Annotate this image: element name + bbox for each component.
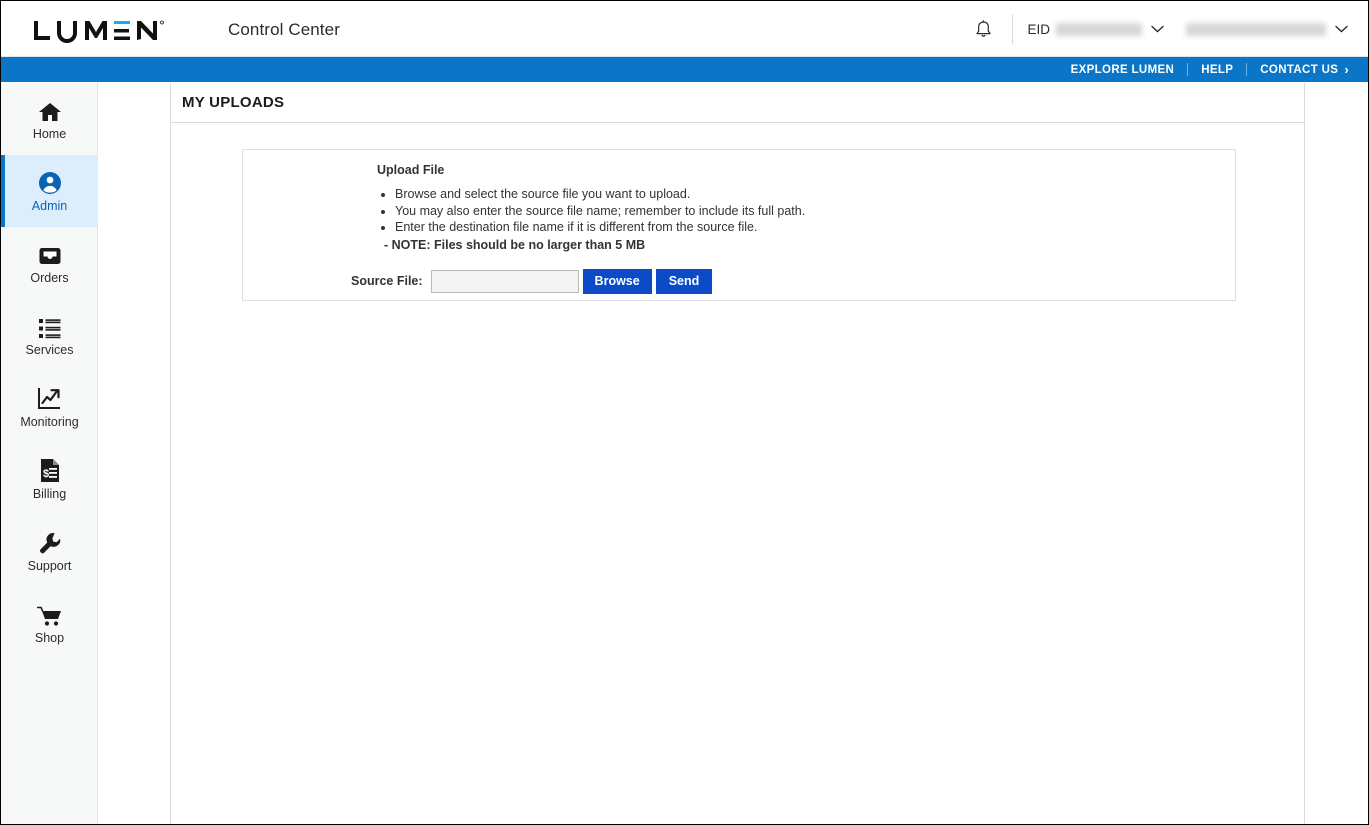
header-divider — [1012, 14, 1014, 44]
list-icon — [38, 313, 62, 339]
sidebar-label-support: Support — [27, 559, 72, 574]
sidebar-label-home: Home — [32, 127, 67, 142]
page-title: MY UPLOADS — [182, 94, 285, 111]
explore-lumen-link[interactable]: EXPLORE LUMEN — [1058, 64, 1188, 76]
main-sidebar: Home Admin Orders Services Monitoring $ … — [1, 83, 98, 824]
sidebar-label-billing: Billing — [32, 487, 67, 502]
wrench-icon — [38, 529, 62, 555]
sidebar-label-monitoring: Monitoring — [20, 415, 79, 430]
sidebar-item-support[interactable]: Support — [1, 515, 98, 587]
upload-file-panel: Upload File Browse and select the source… — [242, 149, 1236, 301]
chevron-down-icon — [1335, 25, 1348, 33]
contact-us-label: CONTACT US — [1260, 63, 1339, 76]
account-value-redacted — [1186, 22, 1326, 36]
svg-text:$: $ — [43, 468, 49, 480]
chevron-down-icon — [1151, 25, 1164, 33]
explore-lumen-label: EXPLORE LUMEN — [1070, 63, 1175, 76]
sidebar-item-shop[interactable]: Shop — [1, 587, 98, 659]
sidebar-item-orders[interactable]: Orders — [1, 227, 98, 299]
sidebar-label-admin: Admin — [31, 199, 68, 214]
app-header: Control Center EID — [1, 1, 1368, 57]
home-icon — [38, 97, 62, 123]
page-title-bar: MY UPLOADS — [171, 83, 1304, 123]
user-circle-icon — [38, 169, 62, 195]
main-content-area: MY UPLOADS Upload File Browse and select… — [170, 83, 1305, 824]
chart-trending-up-icon — [37, 385, 62, 411]
contact-us-link[interactable]: CONTACT US › — [1247, 63, 1362, 76]
sidebar-label-orders: Orders — [30, 271, 69, 286]
sidebar-label-shop: Shop — [34, 631, 65, 646]
eid-label: EID — [1027, 21, 1050, 37]
lumen-logo[interactable] — [31, 16, 171, 44]
help-link[interactable]: HELP — [1188, 64, 1246, 76]
eid-selector[interactable]: EID — [1027, 22, 1164, 37]
account-selector[interactable] — [1186, 22, 1348, 36]
browse-button[interactable]: Browse — [582, 268, 652, 294]
sidebar-item-admin[interactable]: Admin — [1, 155, 98, 227]
eid-value-redacted — [1056, 22, 1142, 36]
sidebar-item-billing[interactable]: $ Billing — [1, 443, 98, 515]
header-right-group: EID — [966, 1, 1368, 57]
notification-bell-button[interactable] — [966, 12, 1000, 46]
list-item: Enter the destination file name if it is… — [395, 219, 1235, 236]
app-title: Control Center — [228, 20, 340, 39]
list-item: You may also enter the source file name;… — [395, 203, 1235, 220]
sidebar-item-services[interactable]: Services — [1, 299, 98, 371]
upload-panel-inner: Upload File Browse and select the source… — [243, 150, 1235, 294]
file-size-note: - NOTE: Files should be no larger than 5… — [384, 237, 646, 252]
sidebar-item-monitoring[interactable]: Monitoring — [1, 371, 98, 443]
help-label: HELP — [1201, 63, 1234, 76]
sidebar-item-home[interactable]: Home — [1, 83, 98, 155]
source-file-input[interactable] — [430, 269, 579, 293]
source-file-label: Source File: — [351, 274, 423, 288]
inbox-tray-icon — [38, 241, 62, 267]
utility-nav-bar: EXPLORE LUMEN HELP CONTACT US › — [1, 57, 1368, 82]
invoice-dollar-icon: $ — [39, 457, 61, 483]
control-center-page: Control Center EID EXPLORE LUMEN HELP CO… — [0, 0, 1369, 825]
shopping-cart-icon — [36, 601, 63, 627]
send-button[interactable]: Send — [655, 268, 713, 294]
list-item: Browse and select the source file you wa… — [395, 186, 1235, 203]
sidebar-label-services: Services — [25, 343, 74, 358]
source-file-form-row: Source File: Browse Send — [351, 268, 1235, 294]
notification-bell-icon — [976, 19, 991, 37]
upload-instructions-list: Browse and select the source file you wa… — [377, 186, 1235, 236]
upload-file-heading: Upload File — [377, 163, 445, 177]
chevron-right-icon: › — [1344, 62, 1349, 77]
